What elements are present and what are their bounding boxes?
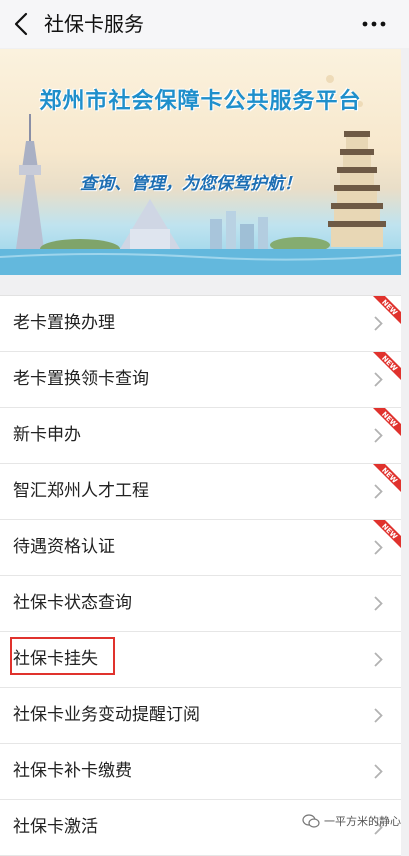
list-item-benefit-qualification[interactable]: 待遇资格认证 NEW (0, 520, 401, 576)
list-item-old-card-pickup-query[interactable]: 老卡置换领卡查询 NEW (0, 352, 401, 408)
watermark: 一平方米的静心 (302, 813, 401, 829)
page-title: 社保卡服务 (44, 12, 144, 36)
chevron-right-icon (374, 540, 383, 555)
list-item-label: 社保卡状态查询 (13, 593, 132, 613)
list-item-label: 新卡申办 (13, 425, 81, 445)
service-list: 老卡置换办理 NEW 老卡置换领卡查询 NEW 新卡申办 NEW 智汇郑州人才工… (0, 295, 401, 856)
list-item-label: 老卡置换领卡查询 (13, 369, 149, 389)
chevron-right-icon (374, 764, 383, 779)
wechat-icon (302, 814, 320, 828)
watermark-text: 一平方米的静心 (324, 815, 401, 828)
banner-image[interactable]: 郑州市社会保障卡公共服务平台 查询、管理，为您保驾护航！ (0, 49, 401, 275)
list-item-label: 社保卡业务变动提醒订阅 (13, 705, 200, 725)
list-item-label: 智汇郑州人才工程 (13, 481, 149, 501)
chevron-right-icon (374, 484, 383, 499)
chevron-right-icon (374, 428, 383, 443)
list-item-card-reissue-payment[interactable]: 社保卡补卡缴费 (0, 744, 401, 800)
new-badge-icon: NEW (367, 464, 401, 498)
new-badge-icon: NEW (367, 520, 401, 554)
chevron-right-icon (374, 372, 383, 387)
chevron-right-icon (374, 652, 383, 667)
banner-title: 郑州市社会保障卡公共服务平台 (39, 89, 362, 114)
list-item-label: 社保卡补卡缴费 (13, 761, 132, 781)
list-item-card-status-query[interactable]: 社保卡状态查询 (0, 576, 401, 632)
list-item-old-card-replacement[interactable]: 老卡置换办理 NEW (0, 296, 401, 352)
list-item-change-reminder-subscription[interactable]: 社保卡业务变动提醒订阅 (0, 688, 401, 744)
chevron-right-icon (374, 708, 383, 723)
highlight-box (10, 637, 115, 675)
back-arrow-icon[interactable] (8, 8, 36, 40)
list-item-talent-program[interactable]: 智汇郑州人才工程 NEW (0, 464, 401, 520)
list-item-label: 社保卡激活 (13, 817, 98, 837)
new-badge-icon: NEW (367, 352, 401, 386)
new-badge-icon: NEW (367, 296, 401, 330)
list-item-label: 待遇资格认证 (13, 537, 115, 557)
top-nav-bar: 社保卡服务 (0, 0, 409, 48)
list-item-new-card-application[interactable]: 新卡申办 NEW (0, 408, 401, 464)
banner-slogan: 查询、管理，为您保驾护航！ (80, 174, 301, 194)
more-options-icon[interactable] (359, 8, 389, 40)
chevron-right-icon (374, 316, 383, 331)
list-item-label: 老卡置换办理 (13, 313, 115, 333)
chevron-right-icon (374, 596, 383, 611)
new-badge-icon: NEW (367, 408, 401, 442)
